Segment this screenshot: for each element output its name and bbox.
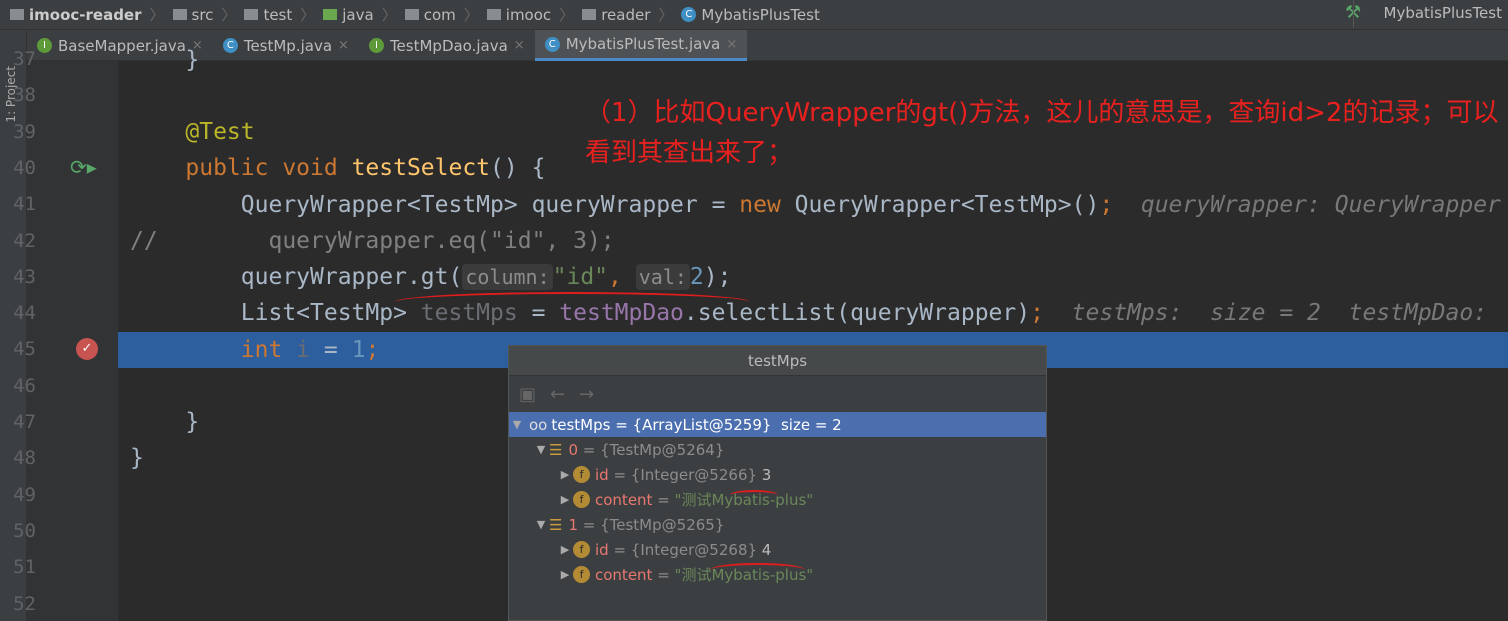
line-number: 51 [13,556,36,579]
breadcrumb-project[interactable]: imooc-reader [10,6,142,24]
package-icon [404,9,419,20]
breadcrumb-imooc[interactable]: imooc [486,6,551,24]
popup-title: testMps [509,346,1046,376]
breadcrumb-java[interactable]: java [323,6,374,24]
watch-glasses-icon: oo [529,415,548,434]
test-folder-icon [323,9,338,20]
code-line-40: public void testSelect() { [185,155,546,181]
forward-arrow-icon[interactable]: → [579,384,594,405]
watch-icon[interactable]: ▣ [519,384,536,405]
run-test-icon[interactable]: ⟳▸ [70,155,97,179]
code-line-48: } [130,445,144,471]
breadcrumb: imooc-reader 〉 src 〉 test 〉 java 〉 com 〉 imoo… [0,0,1508,30]
line-number: 48 [13,447,36,470]
tree-row-item[interactable]: ▼ ☰ 1 = {TestMp@5265} [509,512,1046,537]
parameter-hint: val: [635,264,690,290]
close-icon[interactable]: × [726,37,737,52]
folder-icon [244,9,259,20]
package-icon [486,9,501,20]
tree-row-root[interactable]: ▼ oo testMps = {ArrayList@5259} size = 2 [509,412,1046,437]
code-line-47: } [185,409,200,435]
field-icon: f [573,566,590,583]
code-line-43: queryWrapper.gt(column: "id", val: 2); [240,264,732,290]
class-icon: C [681,7,697,22]
line-number: 39 [13,120,36,143]
object-icon: ☰ [549,515,563,534]
red-underline-mark [395,292,750,312]
line-number: 46 [13,374,36,397]
project-icon [10,9,24,20]
variable-tree: ▼ oo testMps = {ArrayList@5259} size = 2 ▼… [509,412,1046,587]
expand-arrow-icon[interactable]: ▶ [557,493,573,506]
line-number: 52 [13,592,36,615]
line-number: 50 [13,519,36,542]
collapse-arrow-icon[interactable]: ▼ [533,443,549,456]
interface-icon: I [37,38,52,53]
line-number: 47 [13,411,36,433]
line-number: 49 [13,483,36,506]
collapse-arrow-icon[interactable]: ▼ [509,418,525,431]
line-number: 38 [13,84,36,107]
tab-testmp[interactable]: C TestMp.java × [213,30,359,61]
breadcrumb-reader[interactable]: reader [582,6,650,24]
inline-debug-value: testMps: size = 2 testMpDao: [1043,300,1488,326]
code-line-37: } [130,47,200,73]
debug-value-popup: testMps ▣ ← → ▼ oo testMps = {ArrayList@5259… [508,345,1047,621]
code-line-44: List<TestMp> testMps = testMpDao.selectL… [240,300,1488,326]
popup-toolbar: ▣ ← → [509,376,1046,412]
line-number: 41 [13,193,36,216]
expand-arrow-icon[interactable]: ▶ [557,543,573,556]
line-number: 37 [13,48,36,70]
breakpoint-icon[interactable]: ✓ [76,338,98,360]
line-number: 45 [13,338,36,361]
package-icon [582,9,597,20]
field-icon: f [573,541,590,558]
tree-row-item[interactable]: ▼ ☰ 0 = {TestMp@5264} [509,437,1046,462]
line-number: 44 [13,302,36,325]
tree-row-field[interactable]: ▶ f id = {Integer@5268} 4 [509,537,1046,562]
field-icon: f [573,491,590,508]
red-underline-mark [710,563,805,577]
expand-arrow-icon[interactable]: ▶ [557,568,573,581]
red-underline-mark [730,490,778,500]
folder-icon [172,9,187,20]
tree-row-field[interactable]: ▶ f id = {Integer@5266} 3 [509,462,1046,487]
back-arrow-icon[interactable]: ← [550,384,565,405]
expand-arrow-icon[interactable]: ▶ [557,468,573,481]
line-number: 43 [13,265,36,288]
object-icon: ☰ [549,440,563,459]
editor-tabs: I BaseMapper.java × C TestMp.java × I TestMpD… [27,30,1508,61]
run-config-selector[interactable]: MybatisPlusTest [1352,0,1508,28]
class-icon: C [222,38,238,53]
annotation-text: （1）比如QueryWrapper的gt()方法，这儿的意思是，查询id>2的记… [585,98,1499,168]
breadcrumb-com[interactable]: com [404,6,456,24]
code-line-39: @Test [185,119,255,145]
line-number: 40 [13,156,36,179]
close-icon[interactable]: × [338,38,349,53]
collapse-arrow-icon[interactable]: ▼ [533,518,549,531]
code-line-42: // queryWrapper.eq("id", 3); [130,228,615,254]
class-icon: C [544,36,560,52]
tree-row-field[interactable]: ▶ f content = "测试Mybatis-plus" [509,487,1046,512]
code-line-41: QueryWrapper<TestMp> queryWrapper = new … [240,192,1501,218]
breadcrumb-class[interactable]: C MybatisPlusTest [681,6,820,24]
parameter-hint: column: [462,264,553,290]
field-icon: f [573,466,590,483]
line-number: 42 [13,229,36,252]
code-line-45: int i = 1; [240,337,380,363]
editor-gutter[interactable] [27,61,118,621]
close-icon[interactable]: × [514,38,525,53]
tab-mybatisplustest[interactable]: C MybatisPlusTest.java × [534,30,748,61]
tab-testmpdao[interactable]: I TestMpDao.java × [359,30,535,61]
breadcrumb-test[interactable]: test [244,6,292,24]
inline-debug-value: queryWrapper: QueryWrapper [1113,192,1501,218]
breadcrumb-src[interactable]: src [172,6,213,24]
interface-icon: I [368,38,384,53]
